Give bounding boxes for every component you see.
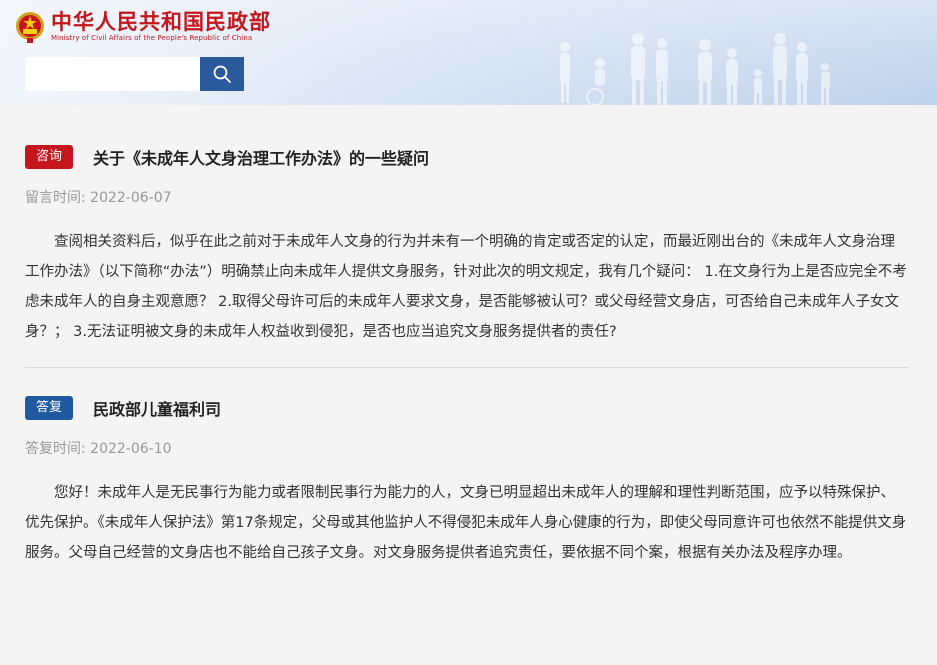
question-body: 查阅相关资料后，似乎在此之前对于未成年人文身的行为并未有一个明确的肯定或否定的认…	[25, 234, 907, 340]
reply-tag: 答复	[25, 396, 74, 420]
search-bar	[26, 57, 244, 91]
search-button[interactable]	[200, 57, 244, 91]
search-input[interactable]	[26, 57, 200, 91]
logo-english-name: Ministry of Civil Affairs of the People'…	[51, 34, 253, 42]
question-title-row: 咨询 关于《未成年人文身治理工作办法》的一些疑问	[25, 145, 908, 169]
site-header: 中华人民共和国民政部 Ministry of Civil Affairs of …	[0, 0, 937, 105]
answer-body: 您好！未成年人是无民事行为能力或者限制民事行为能力的人，文身已明显超出未成年人的…	[25, 485, 907, 561]
consult-tag: 咨询	[25, 145, 74, 169]
answer-title: 民政部儿童福利司	[93, 400, 222, 419]
question-time: 留言时间: 2022-06-07	[25, 187, 908, 207]
answer-time-label: 答复时间:	[25, 441, 86, 457]
answer-time-value: 2022-06-10	[90, 441, 172, 457]
site-logo[interactable]: 中华人民共和国民政部 Ministry of Civil Affairs of …	[15, 10, 271, 43]
question-time-label: 留言时间:	[25, 190, 86, 206]
question-title: 关于《未成年人文身治理工作办法》的一些疑问	[93, 149, 430, 168]
search-icon	[213, 65, 231, 83]
logo-chinese-name: 中华人民共和国民政部	[51, 10, 271, 34]
answer-title-row: 答复 民政部儿童福利司	[25, 396, 908, 420]
question-time-value: 2022-06-07	[90, 190, 172, 206]
qa-content: 咨询 关于《未成年人文身治理工作办法》的一些疑问 留言时间: 2022-06-0…	[25, 105, 908, 568]
question-section: 咨询 关于《未成年人文身治理工作办法》的一些疑问 留言时间: 2022-06-0…	[25, 145, 908, 347]
national-emblem-icon	[16, 11, 44, 43]
section-divider	[25, 367, 908, 368]
family-silhouettes-decoration	[560, 33, 830, 105]
answer-time: 答复时间: 2022-06-10	[25, 438, 908, 458]
answer-section: 答复 民政部儿童福利司 答复时间: 2022-06-10 您好！未成年人是无民事…	[25, 396, 908, 568]
